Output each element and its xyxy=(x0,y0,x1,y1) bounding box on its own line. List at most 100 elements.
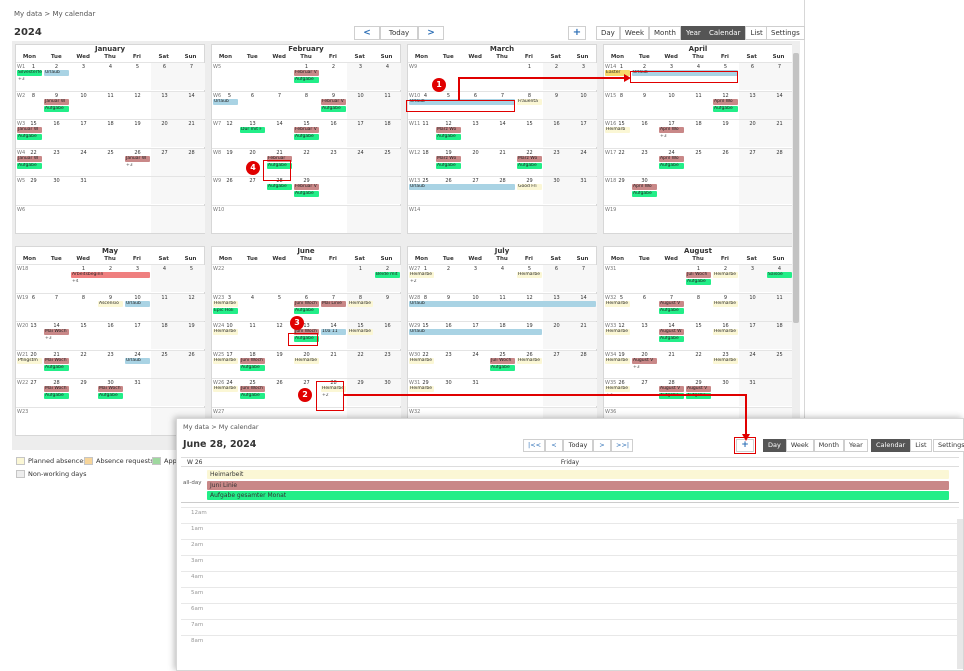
calendar-event[interactable]: Februar V xyxy=(321,98,346,105)
day-number[interactable]: 21 xyxy=(768,121,791,127)
breadcrumb[interactable]: My data > My calendar xyxy=(14,10,95,18)
day-number[interactable]: 25 xyxy=(153,352,176,358)
day-number[interactable]: 16 xyxy=(322,121,345,127)
day-number[interactable]: 29 xyxy=(72,380,95,386)
calendar-event[interactable]: Aufgabe xyxy=(517,162,542,169)
calendar-event[interactable]: August V xyxy=(632,357,657,364)
day-number[interactable]: 27 xyxy=(295,380,318,386)
day-number[interactable]: 18 xyxy=(418,150,433,156)
day-number[interactable]: 16 xyxy=(633,121,656,127)
day-number[interactable]: 20 xyxy=(464,150,487,156)
day-number[interactable]: 15 xyxy=(518,121,541,127)
day-number[interactable]: 23 xyxy=(99,352,122,358)
calendar-event[interactable]: Aufgabe xyxy=(240,393,265,399)
calendar-event[interactable]: Heimarbe xyxy=(213,357,238,364)
calendar-event[interactable]: Aufgabe xyxy=(267,162,292,169)
day-number[interactable]: 20 xyxy=(295,352,318,358)
calendar-event[interactable]: Februar V xyxy=(294,184,319,190)
more-events-link[interactable]: +2 xyxy=(409,279,434,285)
day-number[interactable]: 10 xyxy=(72,93,95,99)
day-number[interactable]: 16 xyxy=(376,323,399,329)
calendar-event[interactable]: Urlaub xyxy=(632,70,738,76)
day-number[interactable]: 5 xyxy=(437,93,460,99)
last-button[interactable]: >>| xyxy=(611,439,633,452)
calendar-event[interactable]: Heimarbe xyxy=(213,329,238,335)
day-number[interactable]: 22 xyxy=(614,150,629,156)
add-event-button[interactable]: + xyxy=(568,26,586,40)
day-number[interactable]: 11 xyxy=(418,121,433,127)
calendar-event[interactable]: Heimarbe xyxy=(713,329,738,335)
calendar-event[interactable]: Heimarbe xyxy=(713,357,738,364)
day-number[interactable]: 6 xyxy=(295,295,318,301)
calendar-event[interactable]: Mai Linie xyxy=(321,300,346,307)
day-number[interactable]: 10 xyxy=(660,93,683,99)
day-number[interactable]: 12 xyxy=(714,93,737,99)
day-number[interactable]: 11 xyxy=(99,93,122,99)
day-number[interactable]: 6 xyxy=(741,64,764,70)
day-number[interactable]: 10 xyxy=(349,93,372,99)
day-number[interactable]: 28 xyxy=(180,150,203,156)
day-number[interactable]: 2 xyxy=(545,64,568,70)
week-number[interactable]: W31 xyxy=(605,266,616,272)
calendar-event[interactable]: Aufgabe xyxy=(490,364,515,371)
calendar-event[interactable]: Aufgabe xyxy=(659,336,684,342)
week-number[interactable]: W6 xyxy=(17,207,25,213)
calendar-event[interactable]: Aufgabe xyxy=(632,191,657,197)
day-number[interactable]: 24 xyxy=(572,150,595,156)
day-number[interactable]: 17 xyxy=(349,121,372,127)
day-number[interactable]: 8 xyxy=(418,295,433,301)
day-calendar-mode-button[interactable]: Calendar xyxy=(871,439,911,452)
day-number[interactable]: 28 xyxy=(768,150,791,156)
allday-event[interactable]: Heimarbeit xyxy=(207,470,949,479)
day-number[interactable]: 7 xyxy=(660,295,683,301)
day-number[interactable]: 3 xyxy=(72,64,95,70)
calendar-event[interactable]: Aufgabe xyxy=(321,105,346,112)
calendar-event[interactable]: Frauenta xyxy=(517,98,542,105)
day-number[interactable]: 30 xyxy=(45,178,68,184)
day-number[interactable]: 5 xyxy=(180,266,203,272)
day-number[interactable]: 6 xyxy=(633,295,656,301)
day-list-mode-button[interactable]: List xyxy=(910,439,932,452)
calendar-event[interactable]: Aufgabe xyxy=(240,364,265,371)
calendar-event[interactable]: August V xyxy=(659,386,684,392)
day-number[interactable]: 25 xyxy=(687,150,710,156)
calendar-event[interactable]: Heimarbe xyxy=(348,329,373,335)
calendar-event[interactable]: Aufgabe xyxy=(98,393,123,399)
day-number[interactable]: 20 xyxy=(241,150,264,156)
calendar-event[interactable]: Urlaub xyxy=(409,184,515,190)
day-number[interactable]: 5 xyxy=(126,64,149,70)
calendar-mode-button[interactable]: Calendar xyxy=(704,26,746,40)
day-number[interactable]: 17 xyxy=(126,323,149,329)
calendar-event[interactable]: Heimarbe xyxy=(213,300,238,307)
day-number[interactable]: 26 xyxy=(714,150,737,156)
calendar-event[interactable]: Heimarbe xyxy=(409,272,434,278)
month-name[interactable]: January xyxy=(16,45,204,54)
day-number[interactable]: 22 xyxy=(687,352,710,358)
day-number[interactable]: 5 xyxy=(222,93,237,99)
calendar-event[interactable]: Urlaub xyxy=(125,300,150,307)
day-number[interactable]: 23 xyxy=(376,352,399,358)
day-number[interactable]: 11 xyxy=(768,295,791,301)
day-number[interactable]: 12 xyxy=(180,295,203,301)
calendar-event[interactable]: Heimarbe xyxy=(409,357,434,364)
calendar-event[interactable]: Mai Woch xyxy=(98,386,123,392)
day-number[interactable]: 6 xyxy=(153,64,176,70)
day-number[interactable]: 19 xyxy=(126,121,149,127)
more-events-link[interactable]: +2 xyxy=(321,393,346,399)
day-number[interactable]: 4 xyxy=(491,266,514,272)
calendar-event[interactable]: Heimarbe xyxy=(713,272,738,278)
calendar-event[interactable]: Aufgabe xyxy=(294,191,319,197)
calendar-event[interactable]: Urlaub xyxy=(409,98,515,105)
hour-row[interactable]: 3am xyxy=(181,555,959,571)
calendar-event[interactable]: Urlaub xyxy=(125,357,150,364)
week-number[interactable]: W9 xyxy=(213,178,221,184)
day-number[interactable]: 20 xyxy=(633,352,656,358)
day-number[interactable]: 1 xyxy=(349,266,372,272)
first-button[interactable]: |<< xyxy=(523,439,545,452)
calendar-event[interactable]: Juli Woch xyxy=(686,272,711,278)
calendar-event[interactable]: Silvesterfei xyxy=(17,70,42,76)
day-number[interactable]: 20 xyxy=(741,121,764,127)
day-number[interactable]: 3 xyxy=(349,64,372,70)
calendar-event[interactable]: Juli Woch xyxy=(490,357,515,364)
hour-row[interactable]: 2am xyxy=(181,539,959,555)
